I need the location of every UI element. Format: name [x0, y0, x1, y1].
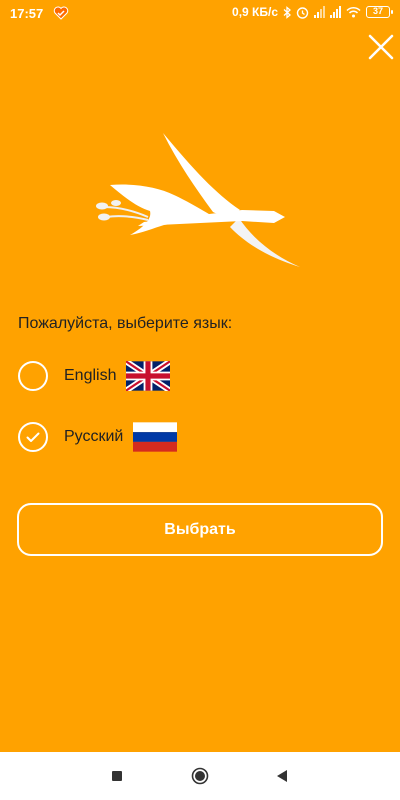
status-right-group: 0,9 КБ/с 37: [232, 5, 393, 19]
language-option-english[interactable]: English: [18, 358, 171, 394]
back-triangle-icon[interactable]: [271, 765, 293, 787]
russian-radio[interactable]: [18, 422, 48, 452]
uk-flag-icon: [126, 361, 171, 391]
stork-logo: [96, 133, 300, 267]
status-time: 17:57: [10, 6, 44, 21]
select-button[interactable]: Выбрать: [17, 503, 383, 556]
english-label: English: [64, 367, 117, 384]
recents-square-icon[interactable]: [106, 765, 128, 787]
wifi-icon: [346, 6, 361, 18]
status-bar: 17:57 0,9 КБ/с 37: [0, 0, 400, 28]
signal-icon: [330, 6, 341, 18]
language-prompt: Пожалуйста, выберите язык:: [18, 315, 233, 332]
close-icon[interactable]: [366, 32, 396, 62]
home-circle-icon[interactable]: [189, 765, 211, 787]
battery-icon: 37: [366, 6, 393, 18]
signal-icon: [314, 6, 325, 18]
network-speed: 0,9 КБ/с: [232, 5, 278, 19]
language-option-russian[interactable]: Русский: [18, 419, 178, 455]
system-nav-bar: [0, 752, 400, 800]
english-radio[interactable]: [18, 361, 48, 391]
heart-app-icon: [53, 6, 69, 20]
checkmark-icon: [26, 432, 40, 442]
russian-label: Русский: [64, 428, 124, 445]
bluetooth-icon: [283, 5, 291, 19]
battery-level: 37: [372, 6, 383, 16]
russia-flag-icon: [133, 422, 178, 452]
alarm-icon: [296, 6, 309, 19]
